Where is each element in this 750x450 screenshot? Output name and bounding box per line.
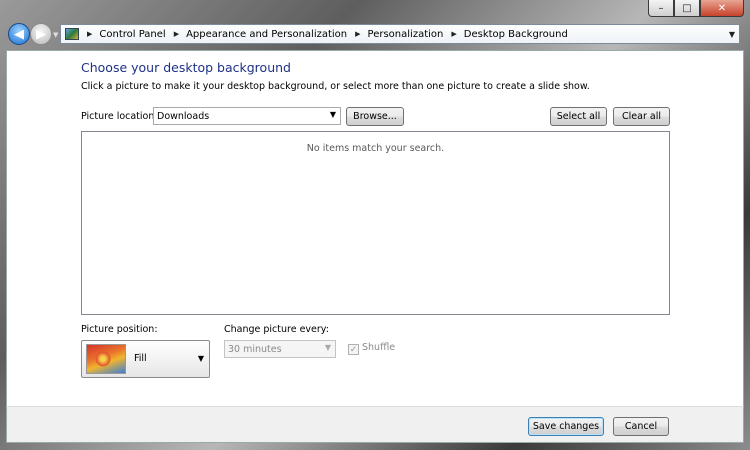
- back-arrow-icon: ◀: [14, 26, 24, 42]
- back-button[interactable]: ◀: [8, 23, 30, 45]
- maximize-button[interactable]: □: [674, 0, 700, 17]
- caption-buttons: – □ ✕: [648, 0, 744, 17]
- empty-message: No items match your search.: [306, 143, 445, 154]
- fill-preview-icon: [86, 344, 126, 374]
- cancel-button[interactable]: Cancel: [613, 417, 669, 436]
- change-picture-interval-select[interactable]: 30 minutes ▼: [224, 340, 336, 358]
- close-button[interactable]: ✕: [700, 0, 744, 17]
- window: – □ ✕ ◀ ▶ ▼ ▶ Control Panel ▶ Appearance…: [0, 0, 750, 450]
- flower-icon: [95, 351, 111, 367]
- picture-location-value: Downloads: [157, 110, 210, 122]
- minimize-button[interactable]: –: [648, 0, 674, 17]
- chevron-right-icon[interactable]: ▶: [451, 30, 456, 38]
- picture-position-select[interactable]: Fill ▼: [81, 340, 210, 378]
- breadcrumb-label[interactable]: Personalization: [368, 29, 444, 40]
- navigation-bar: ◀ ▶ ▼ ▶ Control Panel ▶ Appearance and P…: [6, 22, 744, 47]
- picture-position-label: Picture position:: [81, 324, 158, 335]
- clear-all-button[interactable]: Clear all: [613, 107, 670, 126]
- shuffle-label: Shuffle: [362, 342, 396, 353]
- dropdown-arrow-icon: ▼: [197, 354, 204, 363]
- address-bar[interactable]: ▶ Control Panel ▶ Appearance and Persona…: [60, 24, 740, 44]
- interval-value: 30 minutes: [228, 343, 282, 355]
- breadcrumb-label[interactable]: Appearance and Personalization: [186, 29, 347, 40]
- save-changes-button[interactable]: Save changes: [528, 417, 604, 436]
- control-panel-icon: [65, 28, 79, 40]
- breadcrumb-item-personalization[interactable]: ▶ Personalization: [347, 29, 443, 40]
- change-picture-label: Change picture every:: [224, 324, 329, 335]
- forward-arrow-icon: ▶: [36, 26, 46, 42]
- footer-bar: Save changes Cancel: [6, 406, 744, 443]
- picture-list[interactable]: No items match your search.: [81, 131, 670, 315]
- checkmark-icon: ✓: [349, 344, 358, 355]
- picture-position-value: Fill: [134, 353, 147, 364]
- recent-pages-dropdown-icon[interactable]: ▼: [53, 31, 58, 39]
- dropdown-arrow-icon: ▼: [329, 110, 336, 119]
- dropdown-arrow-icon: ▼: [324, 343, 331, 352]
- content-pane: Choose your desktop background Click a p…: [6, 50, 744, 406]
- breadcrumb-item-appearance[interactable]: ▶ Appearance and Personalization: [166, 29, 347, 40]
- browse-button[interactable]: Browse...: [346, 107, 404, 126]
- page-subtitle: Click a picture to make it your desktop …: [81, 81, 590, 92]
- select-all-button[interactable]: Select all: [550, 107, 607, 126]
- breadcrumb-item-desktop-background[interactable]: ▶ Desktop Background: [443, 29, 567, 40]
- breadcrumb-label[interactable]: Control Panel: [99, 29, 165, 40]
- chevron-right-icon[interactable]: ▶: [355, 30, 360, 38]
- page-title: Choose your desktop background: [81, 60, 291, 75]
- address-history-dropdown-icon[interactable]: ▼: [729, 30, 735, 39]
- picture-location-label: Picture location:: [81, 111, 158, 122]
- chevron-right-icon[interactable]: ▶: [174, 30, 179, 38]
- shuffle-checkbox[interactable]: ✓: [348, 344, 359, 355]
- breadcrumb-label[interactable]: Desktop Background: [464, 29, 568, 40]
- forward-button[interactable]: ▶: [30, 23, 52, 45]
- breadcrumb-item-control-panel[interactable]: ▶ Control Panel: [79, 29, 166, 40]
- picture-location-select[interactable]: Downloads ▼: [153, 107, 341, 125]
- chevron-right-icon[interactable]: ▶: [87, 30, 92, 38]
